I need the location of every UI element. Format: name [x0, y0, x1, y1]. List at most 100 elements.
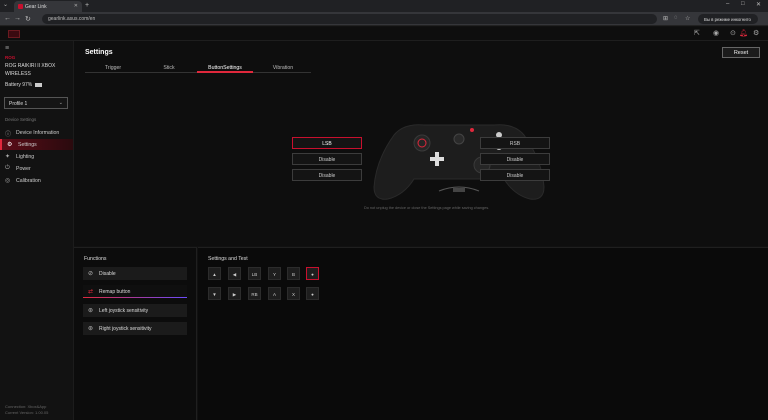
tab-search-icon[interactable]: ⌄ [3, 1, 8, 8]
browser-tab-bar: ⌄ Gear Link ✕ + – □ ✕ [0, 0, 768, 12]
function-left-joystick-sensitivity[interactable]: ⊛ Left joystick sensitivity [83, 304, 187, 317]
xbox-guide-button [453, 133, 465, 145]
address-bar-row: ← → ↻ gearlink.asus.com/en ⊞ ◌ ☆ Вы в ре… [0, 12, 768, 26]
calibration-icon: ◎ [5, 178, 11, 184]
close-window-icon[interactable]: ✕ [756, 1, 761, 8]
tab-title: Gear Link [25, 4, 47, 10]
notification-bell-icon[interactable]: 🔔︎ [739, 29, 748, 37]
favicon-icon [18, 4, 23, 9]
main-panel: Settings Reset Trigger Stick ButtonSetti… [74, 41, 768, 246]
brand-label: ROG [5, 55, 16, 60]
eye-off-icon[interactable]: ◌ [674, 15, 678, 21]
sidebar-item-label: Lighting [16, 154, 35, 160]
power-icon: ⏻ [5, 165, 10, 171]
new-tab-icon[interactable]: + [85, 2, 89, 9]
dpad-vertical [435, 152, 439, 166]
functions-panel: Functions ⊘ Disable ⇄ Remap button ⊛ Lef… [74, 247, 197, 420]
tab-button-settings[interactable]: ButtonSettings [197, 63, 253, 73]
functions-title: Functions [84, 256, 107, 262]
settings-test-title: Settings and Test [208, 256, 248, 262]
sidebar-footer: Connection: Xbox&App Current Version: 1.… [5, 404, 48, 416]
translate-icon[interactable]: ⊞ [663, 15, 668, 22]
version-text: Current Version: 1.00.05 [5, 410, 49, 415]
tab-vibration[interactable]: Vibration [255, 63, 311, 73]
function-right-joystick-sensitivity[interactable]: ⊛ Right joystick sensitivity [83, 322, 187, 335]
maximize-icon[interactable]: □ [741, 1, 745, 7]
light-icon: ✦ [5, 154, 11, 160]
left-mapping-button-2[interactable]: Disable [292, 153, 362, 165]
function-label: Disable [99, 271, 116, 277]
settings-and-test-panel: Settings and Test ▲ ◀ LB Y B ● ▼ ▶ RB A … [198, 247, 768, 420]
right-mapping-button-3[interactable]: Disable [480, 169, 550, 181]
rsb-mapping-button[interactable]: RSB [480, 137, 550, 149]
incognito-badge[interactable]: Вы в режиме инкогнито [698, 14, 758, 24]
page-title: Settings [85, 49, 113, 56]
function-remap-button[interactable]: ⇄ Remap button [83, 285, 187, 298]
battery-label: Battery 97% [5, 82, 33, 88]
key-a[interactable]: A [268, 287, 281, 300]
sidebar-item-label: Settings [18, 142, 37, 148]
export-icon[interactable]: ⇱ [694, 29, 700, 37]
remap-icon: ⇄ [88, 289, 94, 295]
save-warning-note: Do not unplug the device or close the Se… [364, 206, 490, 210]
info-icon: ⓘ [5, 132, 12, 138]
reload-icon[interactable]: ↻ [25, 15, 31, 23]
profile-dropdown[interactable]: Profile 1 ⌄ [4, 97, 68, 109]
key-b[interactable]: B [287, 267, 300, 280]
left-stick [413, 134, 431, 152]
close-tab-icon[interactable]: ✕ [74, 3, 78, 9]
key-rb[interactable]: RB [248, 287, 261, 300]
sidebar-item-lighting[interactable]: ✦ Lighting [0, 151, 73, 162]
tab-stick[interactable]: Stick [141, 63, 197, 73]
gear-icon: ⚙ [7, 142, 13, 148]
gear-icon[interactable]: ⚙ [753, 29, 759, 37]
key-dpad-up[interactable]: ▲ [208, 267, 221, 280]
function-label: Remap button [99, 289, 131, 295]
right-mapping-button-2[interactable]: Disable [480, 153, 550, 165]
incognito-label: Вы в режиме инкогнито [704, 16, 751, 22]
key-lb[interactable]: LB [248, 267, 261, 280]
function-label: Right joystick sensitivity [99, 326, 152, 332]
device-name: ROG RAIKIRI II XBOX WIRELESS [5, 63, 56, 77]
battery-icon [35, 82, 43, 87]
tab-trigger[interactable]: Trigger [85, 63, 141, 73]
hamburger-menu-icon[interactable]: ≡ [5, 45, 9, 52]
sidebar-item-label: Calibration [16, 178, 41, 184]
minimize-icon[interactable]: – [726, 1, 729, 7]
profile-value: Profile 1 [9, 101, 28, 107]
key-left-stick[interactable]: ● [306, 267, 319, 280]
sidebar-item-power[interactable]: ⏻ Power [0, 163, 73, 174]
lsb-mapping-button[interactable]: LSB [292, 137, 362, 149]
reset-button[interactable]: Reset [722, 47, 760, 58]
key-right-stick[interactable]: ● [306, 287, 319, 300]
battery-fill [36, 83, 42, 86]
sidebar-item-device-information[interactable]: ⓘ Device Information [0, 127, 73, 138]
disable-icon: ⊘ [88, 271, 94, 277]
joystick-icon: ⊛ [88, 308, 94, 314]
key-dpad-left[interactable]: ◀ [228, 267, 241, 280]
forward-icon[interactable]: → [14, 15, 21, 22]
device-settings-heading: Device Settings [5, 117, 37, 122]
sidebar-item-settings[interactable]: ⚙ Settings [0, 139, 73, 150]
function-label: Left joystick sensitivity [99, 308, 149, 314]
sidebar-item-label: Device Information [16, 130, 60, 136]
key-dpad-down[interactable]: ▼ [208, 287, 221, 300]
browser-tab[interactable]: Gear Link ✕ [14, 1, 82, 12]
sidebar-item-calibration[interactable]: ◎ Calibration [0, 175, 73, 186]
red-accent-dot [470, 128, 474, 132]
key-dpad-right[interactable]: ▶ [228, 287, 241, 300]
update-icon[interactable]: ⊙ [730, 29, 736, 37]
sidebar: ≡ ROG ROG RAIKIRI II XBOX WIRELESS Batte… [0, 41, 74, 420]
joystick-icon: ⊛ [88, 326, 94, 332]
url-text: gearlink.asus.com/en [48, 16, 96, 22]
rog-logo-icon [8, 30, 20, 38]
bookmark-star-icon[interactable]: ☆ [685, 15, 690, 22]
back-icon[interactable]: ← [4, 15, 11, 22]
key-y[interactable]: Y [268, 267, 281, 280]
function-disable[interactable]: ⊘ Disable [83, 267, 187, 280]
user-icon[interactable]: ◉ [713, 29, 719, 37]
left-mapping-button-3[interactable]: Disable [292, 169, 362, 181]
battery-status: Battery 97% [5, 82, 43, 88]
key-x[interactable]: X [287, 287, 300, 300]
url-field[interactable]: gearlink.asus.com/en [42, 14, 657, 24]
